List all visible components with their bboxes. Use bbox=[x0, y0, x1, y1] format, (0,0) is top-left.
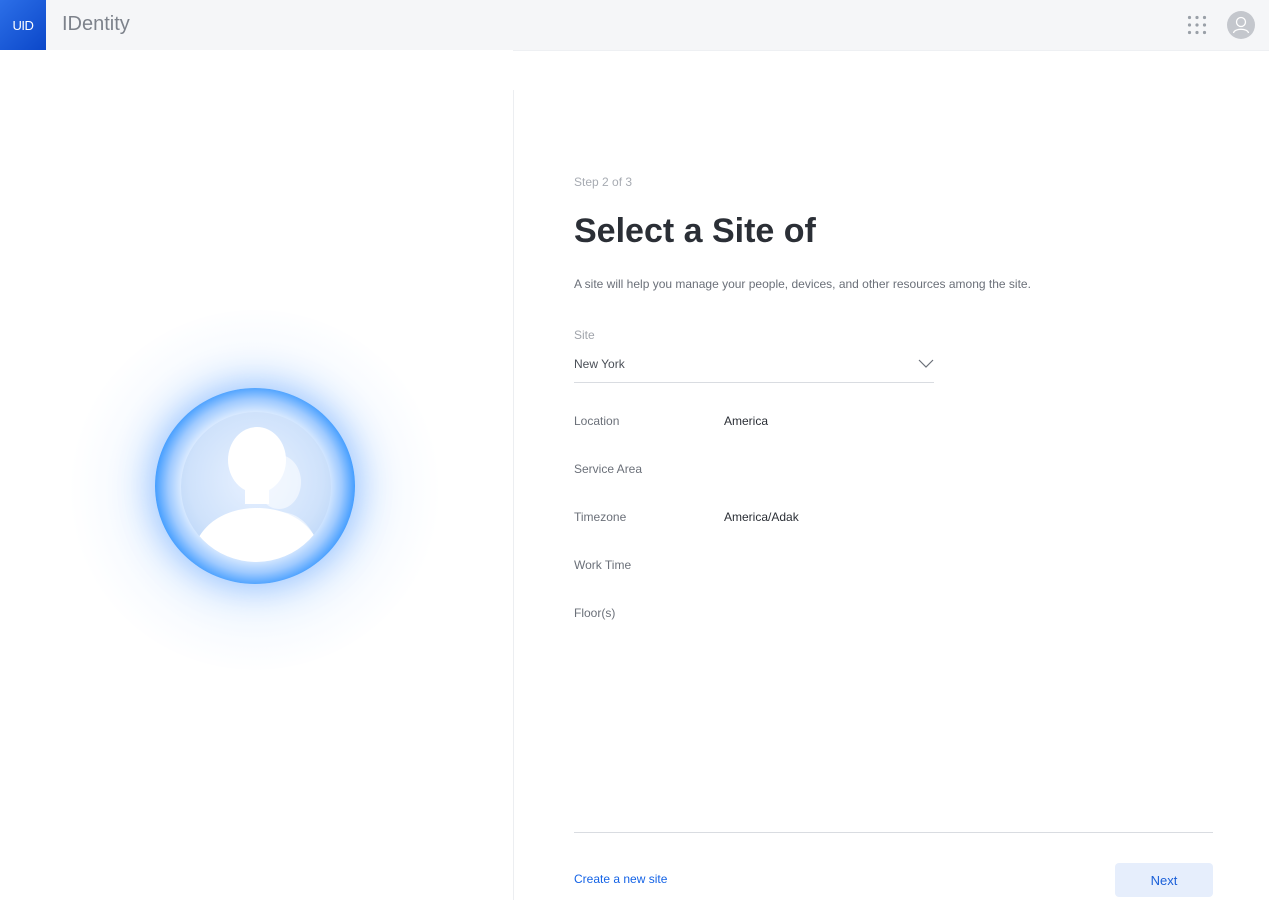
top-bar: UID IDentity bbox=[0, 0, 1269, 51]
create-new-site-link[interactable]: Create a new site bbox=[574, 872, 667, 886]
detail-label: Timezone bbox=[574, 510, 627, 524]
page-title: Select a Site of bbox=[574, 212, 816, 250]
next-button[interactable]: Next bbox=[1115, 863, 1213, 897]
user-profile-glow-icon bbox=[181, 412, 331, 562]
uid-logo[interactable]: UID bbox=[0, 0, 46, 50]
detail-label: Service Area bbox=[574, 462, 643, 476]
app-title: IDentity bbox=[62, 13, 130, 35]
site-label: Site bbox=[574, 328, 595, 342]
detail-row-location: Location America bbox=[574, 414, 974, 432]
site-select-value: New York bbox=[574, 357, 625, 371]
grid-dots-icon[interactable] bbox=[1187, 15, 1207, 35]
footer-divider bbox=[574, 832, 1213, 833]
logo-text: UID bbox=[12, 17, 34, 33]
detail-value: America bbox=[724, 414, 769, 428]
site-select[interactable]: New York bbox=[574, 348, 934, 383]
detail-row-service-area: Service Area bbox=[574, 462, 974, 480]
detail-row-floors: Floor(s) bbox=[574, 606, 974, 624]
detail-row-work-time: Work Time bbox=[574, 558, 974, 576]
step-indicator: Step 2 of 3 bbox=[574, 175, 633, 189]
detail-row-timezone: Timezone America/Adak bbox=[574, 510, 974, 528]
detail-label: Floor(s) bbox=[574, 606, 616, 620]
chevron-down-icon bbox=[918, 356, 934, 368]
detail-value: America/Adak bbox=[724, 510, 799, 524]
detail-label: Work Time bbox=[574, 558, 632, 572]
panel-divider bbox=[513, 90, 514, 900]
page-description: A site will help you manage your people,… bbox=[574, 277, 1031, 291]
user-avatar-icon[interactable] bbox=[1227, 11, 1255, 39]
detail-label: Location bbox=[574, 414, 620, 428]
